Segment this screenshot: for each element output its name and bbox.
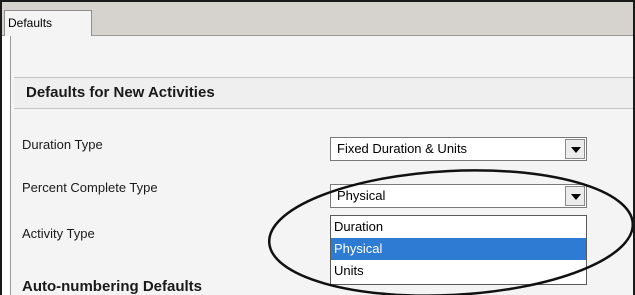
dropdown-option-duration[interactable]: Duration <box>331 216 586 238</box>
defaults-window: Defaults Defaults for New Activities Dur… <box>0 0 635 295</box>
dropdown-option-units[interactable]: Units <box>331 260 586 282</box>
tab-strip: Defaults <box>2 2 633 36</box>
duration-type-label: Duration Type <box>22 137 103 152</box>
percent-complete-type-label: Percent Complete Type <box>22 180 158 195</box>
dropdown-option-physical[interactable]: Physical <box>331 238 586 260</box>
section2-title: Auto-numbering Defaults <box>22 278 202 295</box>
duration-type-select[interactable]: Fixed Duration & Units <box>330 137 587 161</box>
duration-type-value: Fixed Duration & Units <box>337 141 468 156</box>
chevron-down-icon[interactable] <box>565 186 585 206</box>
percent-complete-type-dropdown: Duration Physical Units <box>330 215 587 285</box>
percent-complete-type-select[interactable]: Physical <box>330 184 587 208</box>
percent-complete-type-value: Physical <box>337 188 386 203</box>
tab-defaults-label: Defaults <box>8 16 53 30</box>
section-header-auto-numbering: Auto-numbering Defaults <box>22 278 202 295</box>
tab-defaults[interactable]: Defaults <box>4 10 92 36</box>
chevron-down-icon[interactable] <box>565 139 585 159</box>
section-title: Defaults for New Activities <box>26 84 215 101</box>
section-header-new-activities: Defaults for New Activities <box>14 77 633 109</box>
activity-type-label: Activity Type <box>22 226 95 241</box>
